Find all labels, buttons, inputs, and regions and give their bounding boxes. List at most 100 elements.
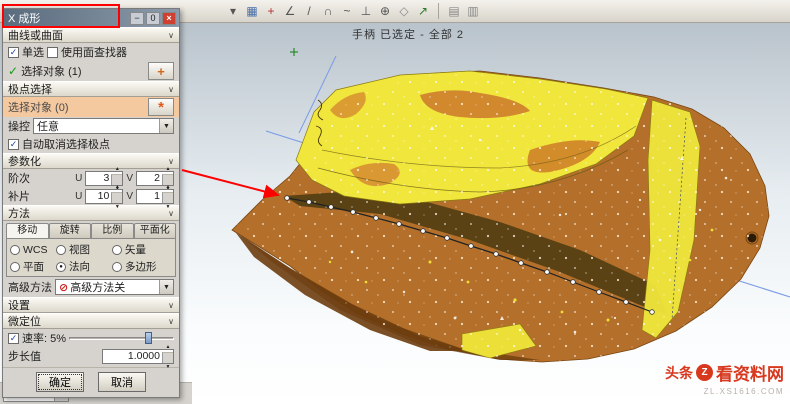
section-header-curve[interactable]: 曲线或曲面 ∨: [3, 27, 179, 43]
patch-v-spinner[interactable]: 1 ▲▼: [136, 189, 174, 204]
slider-knob[interactable]: [145, 332, 152, 344]
face-finder-label: 使用面查找器: [61, 44, 127, 60]
section-label: 极点选择: [8, 81, 52, 97]
snap-line-icon[interactable]: /: [300, 2, 318, 20]
rate-checkbox[interactable]: ✓: [8, 333, 19, 344]
auto-deselect-row: ✓ 自动取消选择极点: [3, 135, 179, 153]
radio-normal[interactable]: ● 法向: [56, 259, 112, 274]
tab-move[interactable]: 移动: [6, 223, 49, 238]
step-label: 步长值: [8, 348, 41, 364]
advanced-method-dropdown[interactable]: ⊘ 高级方法关 ▼: [55, 279, 174, 295]
snap-point-icon[interactable]: +: [262, 2, 280, 20]
snap-grid-icon[interactable]: ▦: [243, 2, 261, 20]
manipulation-dropdown[interactable]: 任意 ▼: [33, 118, 174, 134]
section-header-micro[interactable]: 微定位 ∨: [3, 313, 179, 329]
rate-row: ✓ 速率: 5%: [3, 329, 179, 347]
degree-v-value: 2: [137, 172, 162, 185]
chevron-down-icon: ∨: [168, 31, 174, 40]
section-label: 微定位: [8, 313, 41, 329]
radio-icon: [10, 245, 20, 255]
radio-vector[interactable]: 矢量: [112, 242, 172, 257]
radio-view[interactable]: 视图: [56, 242, 112, 257]
xform-dialog: X 成形 − 0 × 曲线或曲面 ∨ ✓ 单选 使用面查找器 ✓ 选择对象 (1…: [2, 8, 180, 398]
radio-wcs[interactable]: WCS: [10, 242, 56, 257]
u-label: U: [75, 173, 82, 184]
section-label: 曲线或曲面: [8, 27, 63, 43]
snap-center-icon[interactable]: ⊕: [376, 2, 394, 20]
section-label: 参数化: [8, 153, 41, 169]
ok-button[interactable]: 确定: [36, 372, 84, 392]
tab-planarize[interactable]: 平面化: [134, 223, 177, 238]
patch-u-value: 10: [86, 190, 111, 203]
chevron-down-icon: ∨: [168, 209, 174, 218]
section-label: 方法: [8, 205, 30, 221]
tab-scale[interactable]: 比例: [91, 223, 134, 238]
close-button[interactable]: ×: [162, 12, 176, 25]
slider-track: [69, 337, 174, 340]
auto-deselect-checkbox[interactable]: ✓: [8, 139, 19, 150]
star-icon: *: [158, 101, 164, 114]
curve-options-row: ✓ 单选 使用面查找器: [3, 43, 179, 61]
snap-curve-icon[interactable]: ~: [338, 2, 356, 20]
snap-vector-icon[interactable]: ↗: [414, 2, 432, 20]
section-header-param[interactable]: 参数化 ∨: [3, 153, 179, 169]
watermark-brand: 看资料网: [716, 360, 784, 385]
spin-up-icon[interactable]: ▲: [163, 184, 173, 190]
toolbar-separator: [438, 3, 439, 19]
check-icon: ✓: [8, 64, 18, 78]
view-dropdown-icon[interactable]: ▾: [224, 2, 242, 20]
spin-down-icon[interactable]: ▼: [112, 204, 122, 210]
face-finder-checkbox[interactable]: [47, 47, 58, 58]
cancel-button[interactable]: 取消: [98, 372, 146, 392]
auto-deselect-label: 自动取消选择极点: [22, 136, 110, 152]
chevron-down-icon: ▼: [159, 280, 173, 294]
dialog-titlebar[interactable]: X 成形 − 0 ×: [3, 9, 179, 27]
snap-arc-icon[interactable]: ∩: [319, 2, 337, 20]
snap-perp-icon[interactable]: ⊥: [357, 2, 375, 20]
radio-plane[interactable]: 平面: [10, 259, 56, 274]
spin-down-icon[interactable]: ▼: [163, 364, 173, 370]
select-target-button[interactable]: +: [148, 62, 174, 80]
curve-select-row[interactable]: ✓ 选择对象 (1) +: [3, 61, 179, 81]
dock-button[interactable]: 0: [146, 12, 160, 25]
single-select-checkbox[interactable]: ✓: [8, 47, 19, 58]
degree-label: 阶次: [8, 170, 30, 186]
dialog-footer: 确定 取消: [3, 367, 179, 397]
v-label: V: [126, 173, 133, 184]
radio-label: 法向: [69, 259, 90, 274]
radio-label: 矢量: [125, 242, 146, 257]
chevron-down-icon: ▼: [159, 119, 173, 133]
section-header-pole[interactable]: 极点选择 ∨: [3, 81, 179, 97]
format-a-icon[interactable]: ▤: [445, 2, 463, 20]
radio-polygon[interactable]: 多边形: [112, 259, 172, 274]
chevron-down-icon: ∨: [168, 301, 174, 310]
format-b-icon[interactable]: ▥: [464, 2, 482, 20]
spin-up-icon[interactable]: ▲: [112, 184, 122, 190]
selection-status: 手柄 已选定 - 全部 2: [352, 26, 464, 42]
manipulation-label: 操控: [8, 118, 30, 134]
pole-select-button[interactable]: *: [148, 98, 174, 116]
step-row: 步长值 1.0000 ▲▼: [3, 347, 179, 365]
snap-quadrant-icon[interactable]: ◇: [395, 2, 413, 20]
rate-label: 速率: 5%: [22, 330, 66, 346]
watermark: 头条 Z 看资料网 ZL.XS1616.COM: [665, 360, 784, 396]
advanced-method-label: 高级方法: [8, 279, 52, 295]
section-header-method[interactable]: 方法 ∨: [3, 205, 179, 221]
chevron-down-icon: ∨: [168, 85, 174, 94]
tab-rotate[interactable]: 旋转: [49, 223, 92, 238]
manipulation-value: 任意: [37, 118, 59, 134]
step-spinner[interactable]: 1.0000 ▲▼: [102, 349, 174, 364]
degree-u-value: 3: [86, 172, 111, 185]
rate-slider[interactable]: [69, 331, 174, 345]
section-header-settings[interactable]: 设置 ∨: [3, 297, 179, 313]
pole-select-row[interactable]: 选择对象 (0) *: [3, 97, 179, 117]
advanced-method-row: 高级方法 ⊘ 高级方法关 ▼: [3, 277, 179, 297]
spin-up-icon[interactable]: ▲: [163, 166, 173, 172]
patch-u-spinner[interactable]: 10 ▲▼: [85, 189, 123, 204]
spin-up-icon[interactable]: ▲: [112, 166, 122, 172]
watermark-logo-icon: Z: [696, 364, 713, 381]
degree-row: 阶次 U 3 ▲▼ V 2 ▲▼: [3, 169, 179, 187]
snap-angle-icon[interactable]: ∠: [281, 2, 299, 20]
advanced-method-value: 高级方法关: [70, 279, 125, 295]
minimize-button[interactable]: −: [130, 12, 144, 25]
